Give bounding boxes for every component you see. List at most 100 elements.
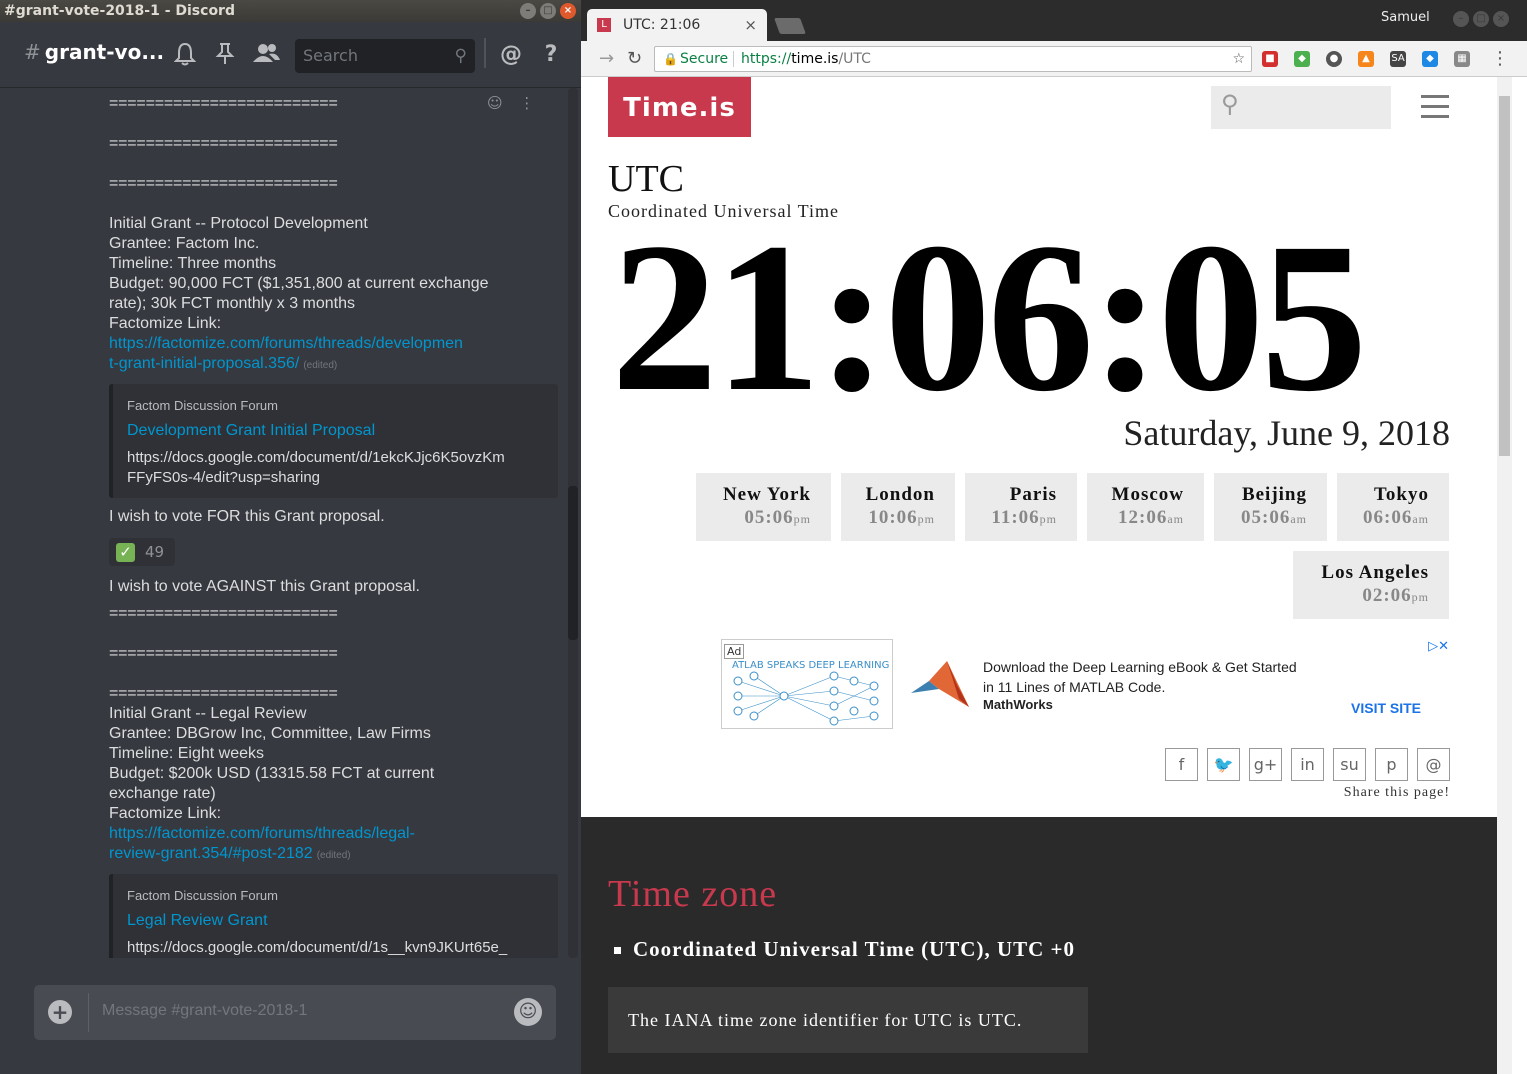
message-actions: ☺ ⋮ bbox=[487, 94, 534, 112]
upload-plus-icon[interactable]: + bbox=[48, 1000, 72, 1024]
message-text: I wish to vote FOR this Grant proposal. bbox=[109, 508, 385, 525]
reaction-check[interactable]: ✓ 49 bbox=[109, 538, 175, 566]
extension-icon[interactable]: ● bbox=[1326, 51, 1342, 67]
city-clock-new-york[interactable]: New York 05:06pm bbox=[696, 473, 831, 541]
message-text: Budget: $200k USD (13315.58 FCT at curre… bbox=[109, 765, 435, 782]
city-time: 12:06 bbox=[1118, 507, 1168, 528]
factomize-link[interactable]: t-grant-initial-proposal.356/ bbox=[109, 355, 299, 372]
city-clock-moscow[interactable]: Moscow 12:06am bbox=[1087, 473, 1204, 541]
city-time: 05:06 bbox=[1241, 507, 1291, 528]
ad-text: Download the Deep Learning eBook & Get S… bbox=[983, 659, 1297, 695]
help-icon[interactable]: ? bbox=[538, 42, 564, 68]
hamburger-menu-icon[interactable] bbox=[1421, 95, 1449, 125]
maximize-button[interactable]: □ bbox=[540, 3, 556, 19]
tab-close-icon[interactable]: × bbox=[744, 9, 757, 41]
main-clock: 21:06:05 bbox=[611, 199, 1368, 436]
city-clock-los-angeles[interactable]: Los Angeles 02:06pm bbox=[1293, 551, 1449, 619]
stumbleupon-share-icon[interactable]: su bbox=[1333, 748, 1366, 781]
chrome-menu-icon[interactable]: ⋮ bbox=[1491, 48, 1509, 69]
message-text: Factomize Link: bbox=[109, 805, 222, 822]
hash-icon: # bbox=[24, 40, 41, 64]
bell-icon[interactable] bbox=[172, 42, 198, 68]
city-clock-london[interactable]: London 10:06pm bbox=[841, 473, 955, 541]
extension-icon[interactable]: ◆ bbox=[1422, 51, 1438, 67]
ad-image[interactable]: Ad ATLAB SPEAKS DEEP LEARNING bbox=[721, 639, 893, 729]
factomize-link[interactable]: https://factomize.com/forums/threads/dev… bbox=[109, 334, 463, 354]
header-divider bbox=[484, 38, 486, 68]
pin-icon[interactable] bbox=[212, 42, 238, 68]
pinterest-share-icon[interactable]: p bbox=[1375, 748, 1408, 781]
message-scrollbar-thumb[interactable] bbox=[568, 486, 578, 640]
link-embed: Factom Discussion Forum Legal Review Gra… bbox=[109, 874, 558, 958]
city-clock-tokyo[interactable]: Tokyo 06:06am bbox=[1337, 473, 1449, 541]
city-clock-paris[interactable]: Paris 11:06pm bbox=[965, 473, 1077, 541]
channel-name: grant-vo... bbox=[44, 40, 165, 64]
message-text: Grantee: Factom Inc. bbox=[109, 235, 260, 252]
mentions-icon[interactable]: @ bbox=[498, 42, 524, 68]
chrome-window: L UTC: 21:06 × Samuel – □ × → ↻ 🔒 Secure… bbox=[581, 0, 1527, 1074]
twitter-share-icon[interactable]: 🐦 bbox=[1207, 748, 1240, 781]
visit-site-button[interactable]: VISIT SITE bbox=[1351, 700, 1421, 716]
extension-icon[interactable]: ◆ bbox=[1294, 51, 1310, 67]
site-search-input[interactable]: ⚲ bbox=[1211, 86, 1391, 129]
link-embed: Factom Discussion Forum Development Gran… bbox=[109, 384, 558, 498]
message-text: Initial Grant -- Protocol Development bbox=[109, 215, 368, 232]
metamask-icon[interactable]: ▲ bbox=[1358, 51, 1374, 67]
emoji-icon[interactable]: ☺ bbox=[514, 998, 542, 1026]
embed-provider: Factom Discussion Forum bbox=[127, 888, 278, 903]
separator-line: ========================= bbox=[109, 605, 338, 622]
tab-strip: L UTC: 21:06 × Samuel – □ × bbox=[581, 0, 1527, 41]
city-ampm: am bbox=[1412, 512, 1429, 526]
linkedin-share-icon[interactable]: in bbox=[1291, 748, 1324, 781]
extension-icon[interactable]: ▦ bbox=[1454, 51, 1470, 67]
facebook-share-icon[interactable]: f bbox=[1165, 748, 1198, 781]
search-icon: ⚲ bbox=[1221, 90, 1239, 118]
message-input[interactable]: + Message #grant-vote-2018-1 ☺ bbox=[34, 985, 556, 1040]
timezone-section: Time zone Coordinated Universal Time (UT… bbox=[581, 817, 1497, 1074]
forward-icon[interactable]: → bbox=[599, 48, 614, 69]
factomize-link-line: t-grant-initial-proposal.356/ (edited) bbox=[109, 354, 337, 376]
discord-window-title: #grant-vote-2018-1 - Discord bbox=[4, 3, 235, 19]
search-input[interactable]: Search ⚲ bbox=[295, 39, 475, 73]
page-content: Time.is ⚲ UTC Coordinated Universal Time… bbox=[581, 77, 1497, 1074]
bookmark-star-icon[interactable]: ☆ bbox=[1232, 47, 1245, 71]
factomize-link[interactable]: review-grant.354/#post-2182 bbox=[109, 845, 313, 862]
address-bar[interactable]: 🔒 Secure https://time.is/UTC ☆ bbox=[654, 46, 1252, 72]
timezone-heading: Time zone bbox=[608, 873, 778, 915]
ad-close-icon[interactable]: ▷✕ bbox=[1428, 639, 1449, 654]
embed-title-link[interactable]: Legal Review Grant bbox=[127, 912, 268, 930]
email-share-icon[interactable]: @ bbox=[1417, 748, 1450, 781]
add-reaction-icon[interactable]: ☺ bbox=[487, 94, 503, 112]
close-button[interactable]: × bbox=[1493, 11, 1509, 27]
message-text: Grantee: DBGrow Inc, Committee, Law Firm… bbox=[109, 725, 431, 742]
close-button[interactable]: × bbox=[560, 3, 576, 19]
city-clock-beijing[interactable]: Beijing 05:06am bbox=[1214, 473, 1327, 541]
city-ampm: pm bbox=[793, 512, 811, 526]
url-path: /UTC bbox=[838, 51, 871, 67]
more-options-icon[interactable]: ⋮ bbox=[519, 94, 534, 112]
minimize-button[interactable]: – bbox=[1453, 11, 1469, 27]
profile-name[interactable]: Samuel bbox=[1381, 10, 1430, 25]
edited-tag: (edited) bbox=[303, 360, 338, 371]
reload-icon[interactable]: ↻ bbox=[627, 48, 642, 69]
extension-icon[interactable]: ■ bbox=[1262, 51, 1278, 67]
new-tab-button[interactable] bbox=[774, 18, 806, 34]
minimize-button[interactable]: – bbox=[520, 3, 536, 19]
timeis-logo[interactable]: Time.is bbox=[608, 77, 751, 137]
members-icon[interactable] bbox=[250, 42, 282, 68]
advertisement[interactable]: Ad ATLAB SPEAKS DEEP LEARNING Download t… bbox=[721, 639, 1449, 729]
factomize-link[interactable]: https://factomize.com/forums/threads/leg… bbox=[109, 824, 415, 844]
message-text: I wish to vote AGAINST this Grant propos… bbox=[109, 578, 420, 595]
iana-note: The IANA time zone identifier for UTC is… bbox=[608, 987, 1088, 1053]
google-plus-share-icon[interactable]: g+ bbox=[1249, 748, 1282, 781]
current-date: Saturday, June 9, 2018 bbox=[1123, 413, 1450, 453]
embed-title-link[interactable]: Development Grant Initial Proposal bbox=[127, 422, 375, 440]
page-scrollbar-thumb[interactable] bbox=[1499, 96, 1510, 456]
city-name: Los Angeles bbox=[1321, 562, 1429, 583]
extension-icon[interactable]: SA bbox=[1390, 51, 1406, 67]
city-time: 02:06 bbox=[1362, 585, 1412, 606]
discord-title-bar: #grant-vote-2018-1 - Discord – □ × bbox=[0, 0, 581, 22]
browser-tab[interactable]: L UTC: 21:06 × bbox=[587, 9, 767, 41]
discord-window-controls: – □ × bbox=[520, 3, 576, 19]
maximize-button[interactable]: □ bbox=[1473, 11, 1489, 27]
